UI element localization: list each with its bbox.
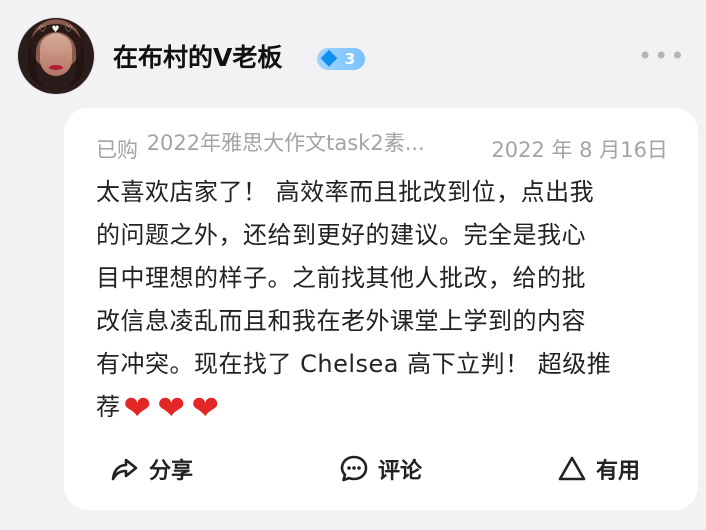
review-page: ♡ ♥ ♡ 在布村的V老板 ◆ 3 ••• 已购 2022年雅思大作文task2…	[0, 0, 706, 530]
purchase-status: 已购	[96, 138, 138, 162]
useful-label: 有用	[596, 459, 641, 484]
heart-emoji: ❤	[157, 388, 186, 427]
share-button[interactable]: 分享	[109, 448, 193, 490]
review-line: 有冲突。现在找了 Chelsea 高下立判！ 超级推	[96, 350, 612, 378]
avatar[interactable]: ♡ ♥ ♡	[18, 18, 94, 94]
more-horizontal-icon[interactable]: •••	[638, 44, 684, 68]
review-line: 目中理想的样子。之前找其他人批改，给的批	[96, 264, 586, 292]
avatar-heart-decoration: ♡ ♥ ♡	[38, 25, 74, 35]
avatar-lips	[49, 65, 63, 70]
user-level-badge: ◆ 3	[317, 45, 365, 70]
purchase-meta: 已购 2022年雅思大作文task2素... 2022 年 8 月16日	[96, 129, 691, 164]
review-actions: 分享 评论 有用	[64, 446, 698, 496]
review-line: 的问题之外，还给到更好的建议。完全是我心	[96, 221, 586, 249]
review-date: 2022 年 8 月16日	[491, 138, 668, 162]
share-label: 分享	[149, 459, 194, 484]
review-line: 改信息凌乱而且和我在老外课堂上学到的内容	[96, 307, 586, 335]
review-final-line: 荐❤ ❤ ❤	[96, 386, 666, 429]
review-line: 太喜欢店家了！ 高效率而且批改到位，点出我	[96, 178, 595, 206]
share-icon	[111, 458, 138, 481]
username[interactable]: 在布村的V老板	[113, 38, 282, 78]
review-card: 已购 2022年雅思大作文task2素... 2022 年 8 月16日 太喜欢…	[64, 108, 698, 510]
purchased-product-link[interactable]: 2022年雅思大作文task2素...	[147, 129, 485, 157]
heart-emoji: ❤	[191, 388, 220, 427]
useful-button[interactable]: 有用	[556, 448, 640, 490]
review-content: 太喜欢店家了！ 高效率而且批改到位，点出我 的问题之外，还给到更好的建议。完全是…	[96, 171, 666, 429]
comment-label: 评论	[378, 459, 423, 484]
user-level-number: 3	[344, 50, 356, 68]
review-line: 荐	[96, 393, 121, 421]
heart-emoji: ❤	[123, 388, 152, 427]
diamond-level-icon: ◆	[320, 45, 338, 70]
useful-icon	[558, 456, 586, 481]
comment-icon	[340, 455, 368, 482]
comment-button[interactable]: 评论	[338, 448, 422, 490]
review-header: ♡ ♥ ♡ 在布村的V老板 ◆ 3 •••	[0, 0, 706, 110]
